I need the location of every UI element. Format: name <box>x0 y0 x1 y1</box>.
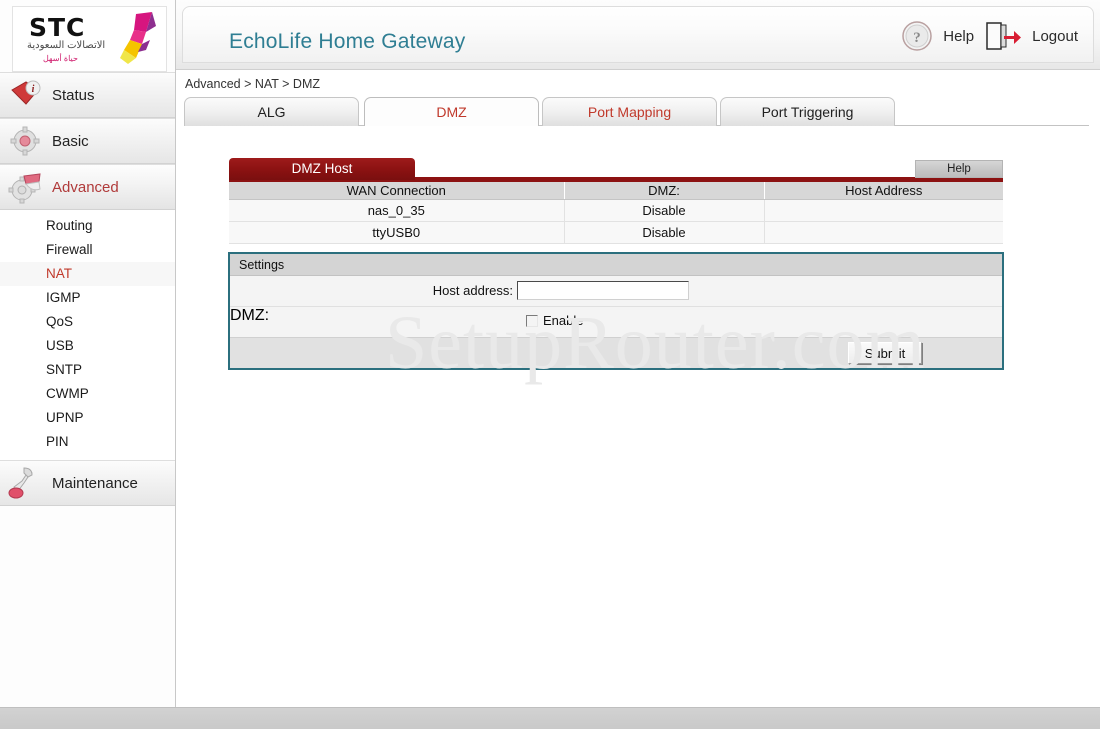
settings-title: Settings <box>230 254 1002 276</box>
sidebar-item-cwmp[interactable]: CWMP <box>0 382 175 406</box>
sidebar-group-label: Maintenance <box>52 474 138 492</box>
logout-link[interactable]: Logout <box>1032 28 1078 45</box>
cell-dmz-state: Disable <box>564 199 765 222</box>
tab-port-triggering[interactable]: Port Triggering <box>720 97 895 126</box>
question-circle-icon[interactable]: ? <box>901 20 933 52</box>
col-header-host-address: Host Address <box>764 182 1003 200</box>
gear-icon <box>6 124 48 158</box>
breadcrumb: Advanced > NAT > DMZ <box>185 77 321 91</box>
door-exit-arrow-icon[interactable] <box>984 20 1022 52</box>
sidebar-group-label: Advanced <box>52 178 119 196</box>
submit-row: Submit <box>230 337 1002 368</box>
sidebar-item-usb[interactable]: USB <box>0 334 175 358</box>
col-header-dmz: DMZ: <box>564 182 765 200</box>
sidebar-group-maintenance[interactable]: Maintenance <box>0 460 175 506</box>
sidebar: STC الاتصالات السعودية حياة أسهل i Statu… <box>0 0 176 707</box>
cell-host-address <box>764 221 1003 244</box>
status-bar <box>0 707 1100 729</box>
sidebar-group-advanced[interactable]: Advanced <box>0 164 175 210</box>
dmz-label: DMZ: <box>230 307 270 324</box>
settings-panel: Settings Host address: DMZ: Enable Submi… <box>228 252 1004 370</box>
help-link[interactable]: Help <box>943 28 974 45</box>
logo-arabic-primary: الاتصالات السعودية <box>27 40 106 51</box>
dmz-enable-checkbox[interactable] <box>526 315 538 327</box>
brand-logo: STC الاتصالات السعودية حياة أسهل <box>12 6 167 72</box>
dmz-enable-row: DMZ: Enable <box>230 307 1002 337</box>
app-header: EchoLife Home Gateway ? Help Logout <box>176 0 1100 70</box>
sidebar-group-basic[interactable]: Basic <box>0 118 175 164</box>
dmz-host-table: WAN Connection DMZ: Host Address nas_0_3… <box>229 182 1003 244</box>
header-actions: ? Help Logout <box>901 20 1078 52</box>
sidebar-item-igmp[interactable]: IGMP <box>0 286 175 310</box>
tab-dmz[interactable]: DMZ <box>364 97 539 126</box>
sidebar-item-firewall[interactable]: Firewall <box>0 238 175 262</box>
sidebar-item-routing[interactable]: Routing <box>0 214 175 238</box>
wrench-icon <box>6 466 48 500</box>
router-admin-page: SetupRouter.com STC الاتصالات السعودية ح… <box>0 0 1100 729</box>
table-row[interactable]: ttyUSB0 Disable <box>229 221 1003 244</box>
panel-title-tab: DMZ Host <box>229 158 415 180</box>
table-header-row: WAN Connection DMZ: Host Address <box>229 182 1003 200</box>
sidebar-advanced-submenu: Routing Firewall NAT IGMP QoS USB SNTP C… <box>0 210 175 460</box>
cell-wan-connection: ttyUSB0 <box>229 221 565 244</box>
tab-bar: ALG DMZ Port Mapping Port Triggering <box>184 97 1089 126</box>
tab-port-mapping[interactable]: Port Mapping <box>542 97 717 126</box>
app-title: EchoLife Home Gateway <box>229 30 466 53</box>
cell-dmz-state: Disable <box>564 221 765 244</box>
sidebar-group-label: Status <box>52 86 95 104</box>
logo-text: STC <box>29 13 86 42</box>
table-row[interactable]: nas_0_35 Disable <box>229 199 1003 222</box>
stc-butterfly-icon <box>120 12 156 64</box>
dmz-enable-label[interactable]: Enable <box>543 313 583 328</box>
svg-text:i: i <box>32 84 35 95</box>
host-address-row: Host address: <box>230 276 1002 307</box>
cell-host-address <box>764 199 1003 222</box>
sidebar-item-upnp[interactable]: UPNP <box>0 406 175 430</box>
submit-button[interactable]: Submit <box>848 342 922 364</box>
host-address-label: Host address: <box>432 283 513 298</box>
cell-wan-connection: nas_0_35 <box>229 199 565 222</box>
tab-alg[interactable]: ALG <box>184 97 359 126</box>
svg-text:?: ? <box>914 30 922 46</box>
sidebar-group-label: Basic <box>52 132 89 150</box>
sidebar-item-nat[interactable]: NAT <box>0 262 175 286</box>
gear-hand-icon <box>6 170 48 204</box>
panel-help-button[interactable]: Help <box>915 160 1003 178</box>
logo-arabic-tagline: حياة أسهل <box>43 54 78 63</box>
sidebar-item-sntp[interactable]: SNTP <box>0 358 175 382</box>
sidebar-item-pin[interactable]: PIN <box>0 430 175 454</box>
host-address-input[interactable] <box>517 281 689 300</box>
info-tag-icon: i <box>6 78 48 112</box>
sidebar-group-status[interactable]: i Status <box>0 72 175 118</box>
col-header-wan-connection: WAN Connection <box>229 182 565 200</box>
sidebar-item-qos[interactable]: QoS <box>0 310 175 334</box>
